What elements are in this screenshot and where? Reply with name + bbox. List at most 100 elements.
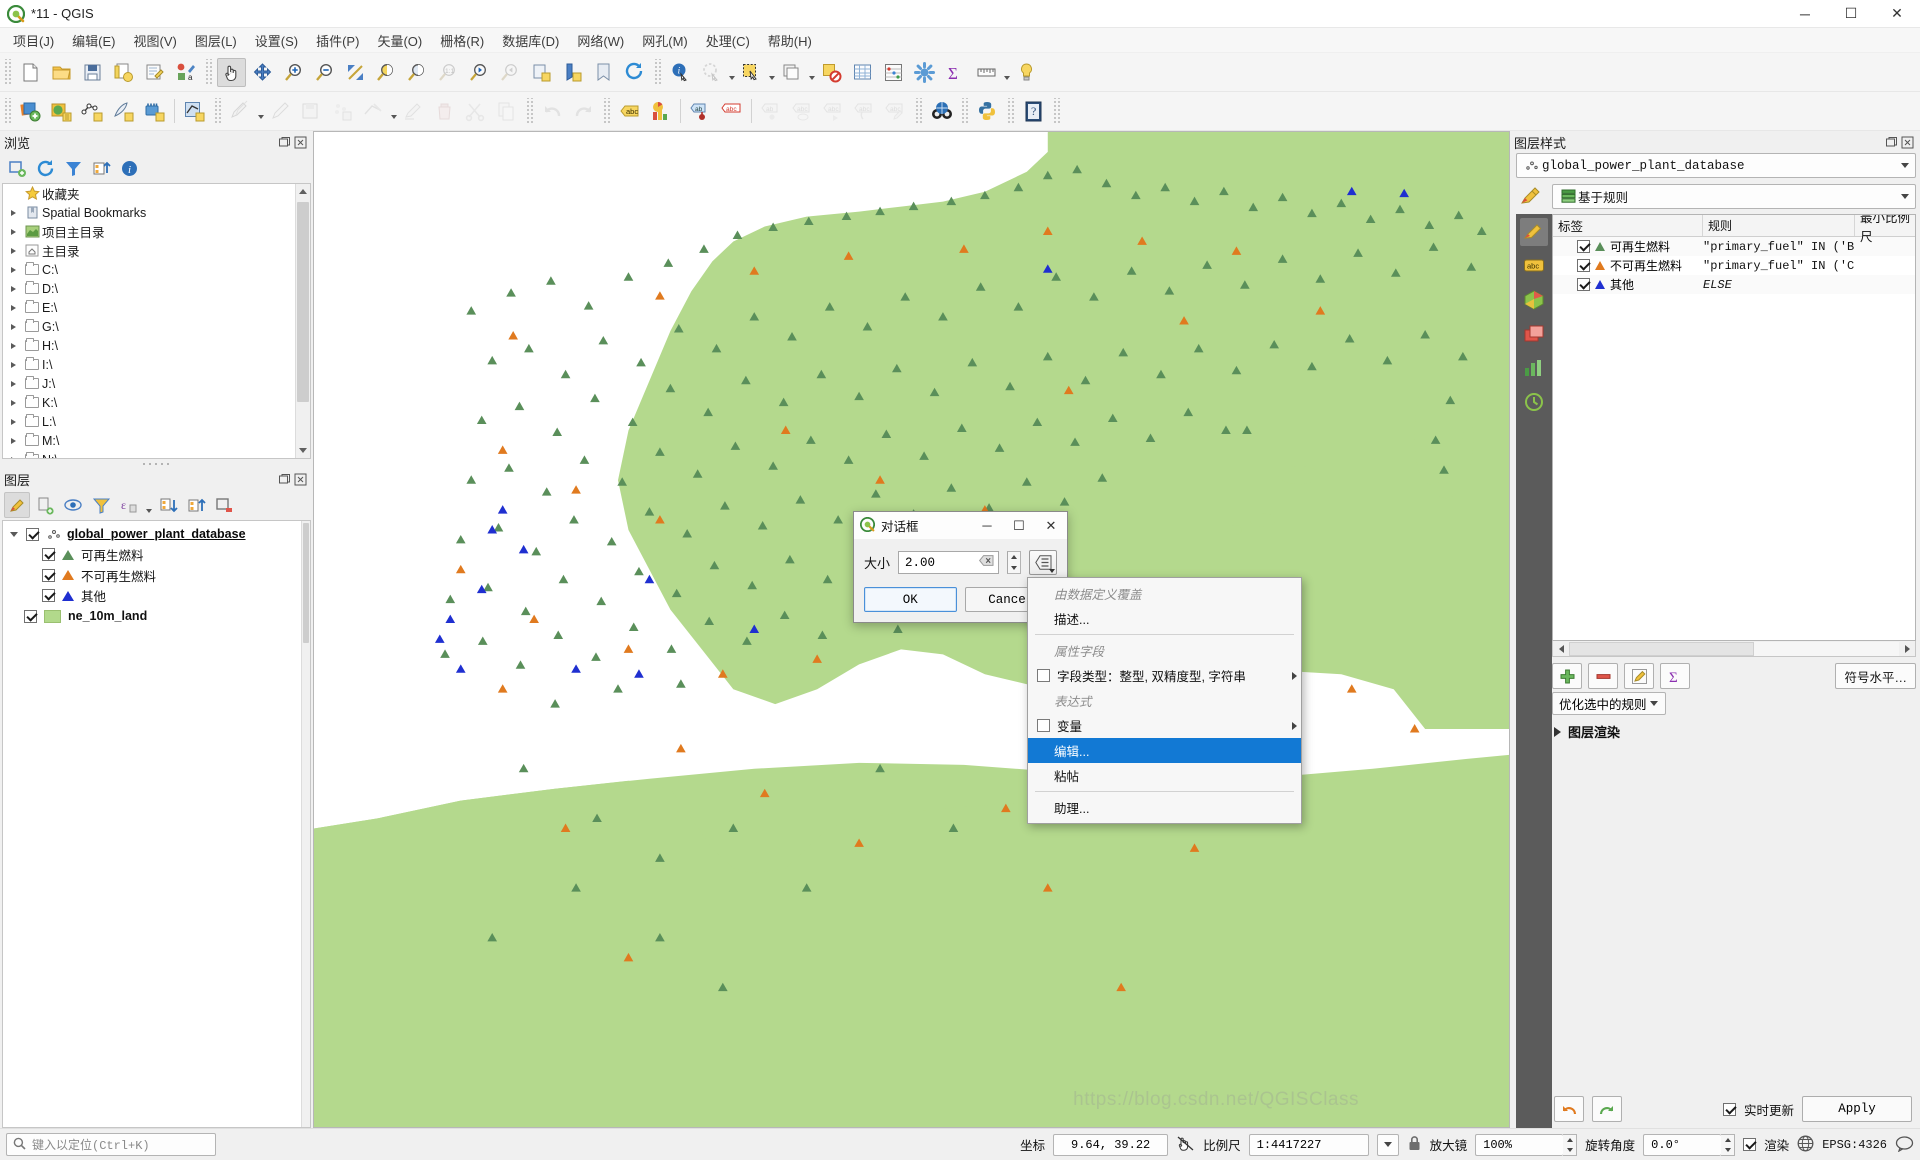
browser-item-drive-h[interactable]: H:\ [3,336,295,355]
menu-layer[interactable]: 图层(L) [186,28,246,53]
count-features-button[interactable]: Σ [1660,663,1690,689]
expander[interactable] [5,418,22,425]
locator-search-input[interactable]: 键入以定位(Ctrl+K) [6,1133,216,1156]
close-button[interactable]: ✕ [1874,0,1920,28]
globe-icon[interactable] [1797,1135,1814,1155]
rule-row-nonrenewable[interactable]: 不可再生燃料 "primary_fuel" IN ('Coal', 'Gas' [1553,256,1915,275]
pan-map-tool-button[interactable] [217,57,246,87]
scroll-left-icon[interactable] [1553,642,1569,656]
expander[interactable] [5,380,22,387]
open-attribute-table-button[interactable] [848,58,877,87]
tab-diagrams[interactable] [1520,354,1548,382]
layer-item-ne-10m-land[interactable]: ne_10m_land [3,606,301,627]
menu-item-edit[interactable]: 编辑... [1028,738,1301,763]
menu-raster[interactable]: 栅格(R) [431,28,493,53]
browser-item-drive-m[interactable]: M:\ [3,431,295,450]
new-shapefile-layer-button[interactable] [180,97,209,126]
tab-labels[interactable]: abc [1520,252,1548,280]
dialog-minimize-button[interactable]: ─ [971,512,1003,539]
refine-rules-combo[interactable]: 优化选中的规则 [1552,692,1666,715]
zoom-to-layer-button[interactable] [403,58,432,87]
open-project-button[interactable] [47,58,76,87]
browser-item-favorites[interactable]: 收藏夹 [3,184,295,203]
scrollbar-track[interactable] [1569,641,1899,656]
toolbar-grip-7[interactable] [602,98,611,124]
rotate-label-button[interactable]: abc [819,97,848,126]
coordinate-value[interactable]: 9.64, 39.22 [1053,1133,1169,1156]
current-edits-button[interactable] [226,97,255,126]
open-layer-styling-icon[interactable] [4,492,30,518]
messages-icon[interactable] [1895,1135,1914,1155]
expander[interactable] [5,209,22,216]
menu-database[interactable]: 数据库(D) [493,28,568,53]
statistical-summary-button[interactable]: Σ [941,58,970,87]
layer-symbol-item-other[interactable]: 其他 [3,586,301,607]
layers-tree[interactable]: global_power_plant_database 可再生燃料 不可再生燃料 [2,520,311,1128]
feature-action-dropdown-arrow[interactable] [727,59,736,85]
rule-enabled-checkbox[interactable] [1577,278,1590,291]
magnifier-stepper[interactable] [1563,1133,1578,1156]
add-feature-button[interactable] [328,97,357,126]
data-defined-override-context-menu[interactable]: 由数据定义覆盖 描述... 属性字段 字段类型：整型, 双精度型, 字符串 表达… [1027,577,1302,824]
zoom-out-button[interactable] [310,58,339,87]
tab-3d-view[interactable] [1520,286,1548,314]
scroll-down-icon[interactable] [296,443,310,458]
toolbar-grip-3[interactable] [653,59,662,85]
python-console-button[interactable] [973,97,1002,126]
add-postgis-layer-button[interactable] [140,97,169,126]
menu-mesh[interactable]: 网孔(M) [633,28,697,53]
expander[interactable] [5,285,22,292]
toolbar-grip-6[interactable] [525,98,534,124]
vertex-tool-dropdown-arrow[interactable] [389,98,398,124]
toolbar-grip-10[interactable] [1006,98,1015,124]
processing-toolbox-button[interactable] [910,58,939,87]
filter-legend-icon[interactable] [88,492,114,518]
add-rule-button[interactable] [1552,663,1582,689]
rotation-value[interactable]: 0.0° [1643,1133,1722,1156]
layer-visibility-checkbox[interactable] [26,527,39,541]
tab-history[interactable] [1520,388,1548,416]
toolbar-grip-11[interactable] [1052,98,1061,124]
clear-icon[interactable] [978,555,994,570]
toolbar-grip-8[interactable] [914,98,923,124]
toolbar-grip-4[interactable] [3,98,12,124]
toolbar-grip-2[interactable] [204,59,213,85]
edit-rule-button[interactable] [1624,663,1654,689]
layer-item-global-power-plant-database[interactable]: global_power_plant_database [3,524,301,545]
copy-features-button[interactable] [492,97,521,126]
size-stepper[interactable] [1007,551,1021,574]
style-manager-button[interactable]: a [171,58,200,87]
layers-vertical-scrollbar[interactable] [301,521,310,1127]
dialog-close-button[interactable]: ✕ [1035,512,1067,539]
expander[interactable] [5,342,22,349]
scroll-up-icon[interactable] [296,184,310,199]
map-tips-button[interactable] [1012,58,1041,87]
refresh-map-button[interactable] [620,58,649,87]
new-print-layout-button[interactable] [140,58,169,87]
delete-selected-button[interactable] [430,97,459,126]
lock-icon[interactable] [1407,1135,1422,1155]
edit-label-button[interactable]: abc [881,97,910,126]
expander[interactable] [5,437,22,444]
measure-line-button[interactable] [972,58,1001,87]
show-diagrams-button[interactable] [646,97,675,126]
expander[interactable] [5,399,22,406]
map-canvas-area[interactable]: https://blog.csdn.net/QGISClass [313,131,1510,1128]
add-selected-layers-icon[interactable] [4,155,30,181]
cut-features-button[interactable] [461,97,490,126]
style-close-icon[interactable] [1901,136,1914,149]
tab-symbology[interactable] [1520,218,1548,246]
live-update-checkbox[interactable] [1722,1102,1736,1116]
browser-tree[interactable]: 收藏夹 Spatial Bookmarks 项目主目录 主目录 C:\ D:\ … [2,183,311,459]
expander[interactable] [5,361,22,368]
expander[interactable] [5,266,22,273]
browser-item-spatial-bookmarks[interactable]: Spatial Bookmarks [3,203,295,222]
collapse-all-icon[interactable] [88,155,114,181]
field-calculator-button[interactable] [879,58,908,87]
expand-all-icon[interactable] [155,492,181,518]
select-expression-dropdown-arrow[interactable] [807,59,816,85]
browser-item-project-home[interactable]: 项目主目录 [3,222,295,241]
browser-close-icon[interactable] [294,136,307,149]
modify-attributes-button[interactable] [399,97,428,126]
redo-style-button[interactable] [1592,1096,1622,1122]
